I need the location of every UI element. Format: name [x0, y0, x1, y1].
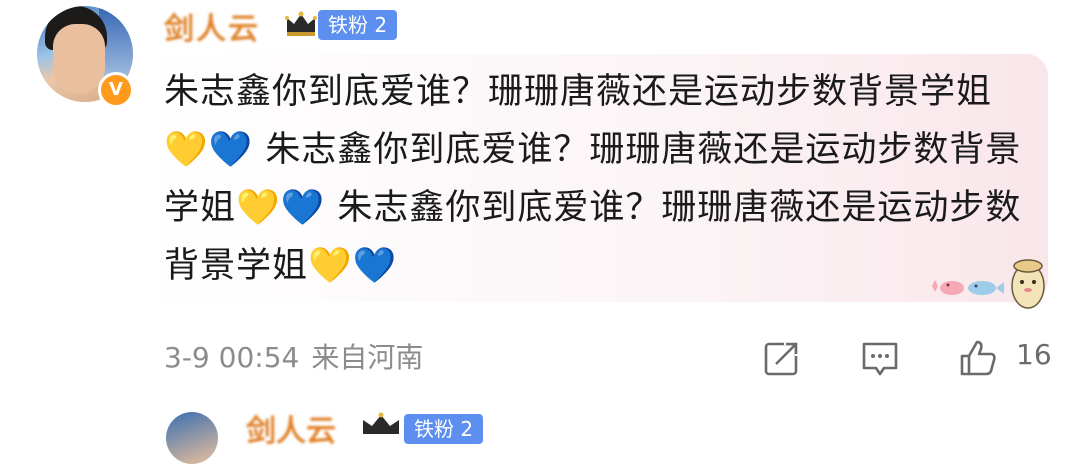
blue-heart-emoji: 💙: [280, 188, 326, 228]
next-comment-avatar[interactable]: [166, 412, 218, 464]
comment-meta: 3-9 00:54 来自河南: [164, 336, 423, 376]
crown-icon: [285, 11, 317, 36]
yellow-heart-emoji: 💛: [236, 188, 281, 228]
like-count: 16: [1016, 338, 1052, 371]
comment-text: 朱志鑫你到底爱谁？珊珊唐薇还是运动步数背景学姐💛💙 朱志鑫你到底爱谁？珊珊唐薇还…: [164, 63, 1032, 295]
next-comment-fan-badge[interactable]: 铁粉 2: [404, 414, 484, 444]
comment-item: V 剑人云 铁粉 2 朱志鑫你到底爱谁？珊珊唐薇还是运动步数背景学姐💛💙 朱志鑫…: [0, 0, 1080, 400]
yellow-heart-emoji: 💛: [308, 246, 353, 286]
fan-badge[interactable]: 铁粉 2: [318, 10, 398, 40]
timestamp: 3-9 00:54: [164, 341, 300, 374]
comment-text-segment: 朱志鑫你到底爱谁？珊珊唐薇还是运动步数背景学姐: [164, 72, 993, 112]
crown-icon: [363, 412, 399, 434]
location: 来自河南: [311, 341, 424, 374]
comment-icon[interactable]: [860, 338, 900, 378]
username[interactable]: 剑人云: [164, 4, 260, 48]
yellow-heart-emoji: 💛: [164, 130, 209, 170]
cartoon-sticker-icon: [932, 259, 1045, 309]
next-comment-username[interactable]: 剑人云: [246, 406, 336, 450]
verified-badge: V: [98, 72, 134, 108]
blue-heart-emoji: 💙: [352, 246, 398, 286]
avatar-face: [53, 24, 105, 94]
share-icon[interactable]: [762, 338, 802, 378]
thumbs-up-icon[interactable]: [958, 338, 998, 378]
blue-heart-emoji: 💙: [208, 130, 254, 170]
